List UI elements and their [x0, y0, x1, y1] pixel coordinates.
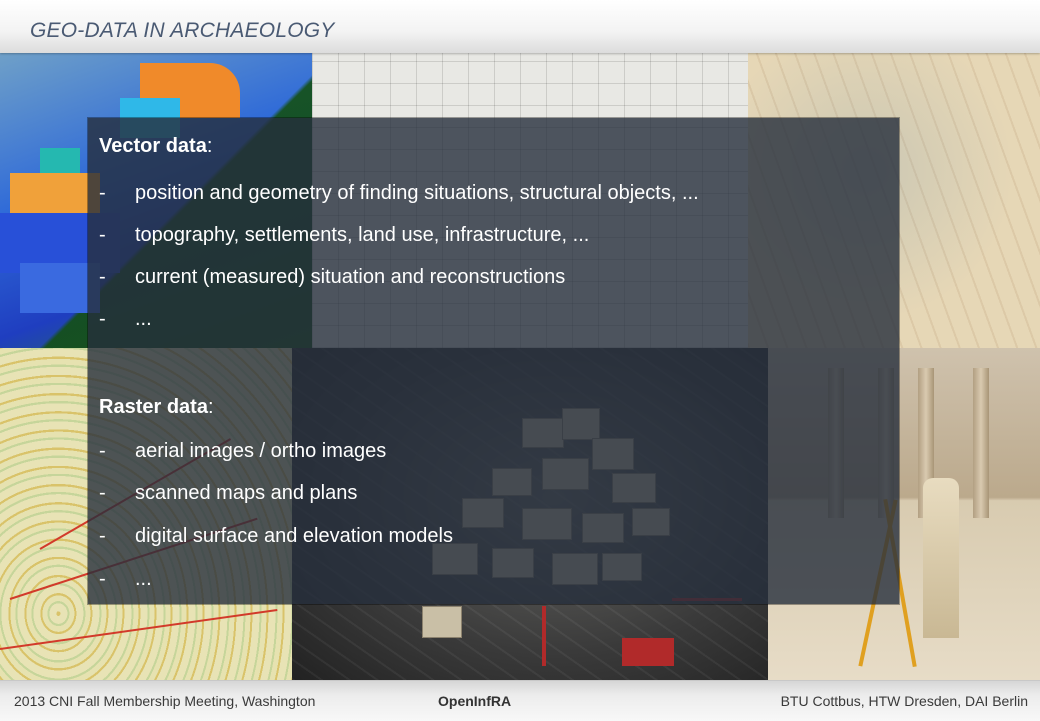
- list-item: - current (measured) situation and recons…: [99, 266, 566, 288]
- content-panel: Vector data: - position and geometry of f…: [88, 118, 899, 604]
- footer-meeting: 2013 CNI Fall Membership Meeting, Washin…: [14, 693, 316, 709]
- footer-project: OpenInfRA: [438, 693, 512, 709]
- list-item: - digital surface and elevation models: [99, 525, 453, 547]
- list-item: - topography, settlements, land use, infr…: [99, 224, 590, 246]
- vector-data-heading: Vector data:: [99, 135, 213, 157]
- list-item: -...: [99, 568, 152, 590]
- slide-header: GEO-DATA IN ARCHAEOLOGY: [0, 0, 1040, 53]
- surveyor-figure: [923, 478, 959, 638]
- slide-footer: 2013 CNI Fall Membership Meeting, Washin…: [0, 680, 1040, 721]
- list-item: - scanned maps and plans: [99, 482, 358, 504]
- list-item: - aerial images / ortho images: [99, 440, 387, 462]
- list-item: - position and geometry of finding situat…: [99, 182, 699, 204]
- list-item: -...: [99, 308, 152, 330]
- raster-data-heading: Raster data:: [99, 396, 214, 418]
- footer-institutions: BTU Cottbus, HTW Dresden, DAI Berlin: [780, 693, 1028, 709]
- slide-title: GEO-DATA IN ARCHAEOLOGY: [30, 19, 335, 42]
